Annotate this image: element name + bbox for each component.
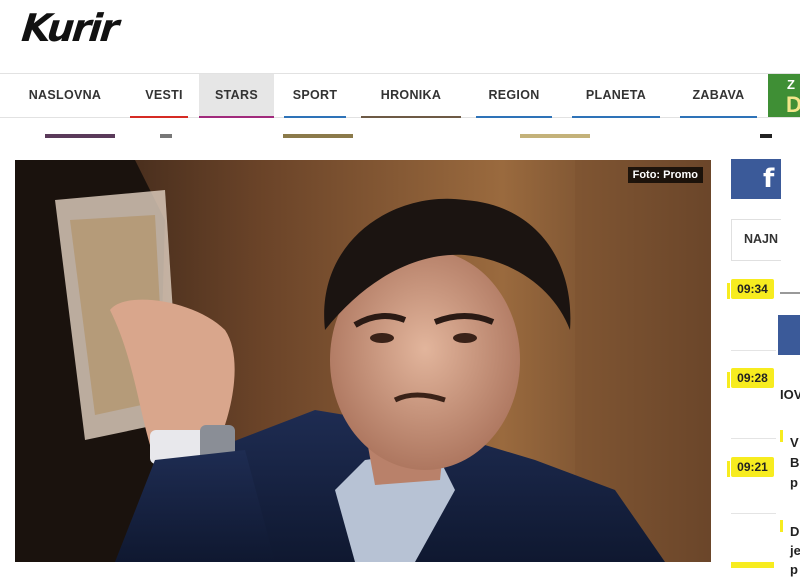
thumbnail-edge[interactable] (283, 134, 353, 138)
nav-underline (476, 116, 552, 118)
accent-marker (727, 372, 730, 388)
thumbnail-edge[interactable] (760, 134, 772, 138)
news-title-fragment[interactable]: D (790, 524, 799, 539)
news-title-fragment[interactable]: p (790, 562, 798, 577)
thumbnail-edge[interactable] (160, 134, 172, 138)
nav-underline (361, 116, 461, 118)
nav-underline (680, 116, 757, 118)
news-title-fragment[interactable]: V (790, 435, 799, 450)
news-title-fragment[interactable]: B (790, 455, 799, 470)
facebook-icon: f (763, 164, 775, 194)
nav-label: STARS (215, 88, 258, 102)
nav-underline (572, 116, 660, 118)
accent-marker (727, 283, 730, 299)
nav-label: NASLOVNA (28, 88, 102, 102)
nav-underline (199, 116, 274, 118)
news-item-divider (780, 292, 800, 294)
news-thumbnail[interactable] (778, 315, 800, 355)
accent-marker (780, 520, 783, 532)
nav-item-planeta[interactable]: PLANETA (562, 74, 670, 118)
nav-label: REGION (488, 88, 540, 102)
sidebar-tab-najnovije[interactable]: NAJN (731, 219, 781, 261)
time-badge: 09:28 (731, 368, 774, 388)
thumbnail-strip (0, 128, 800, 142)
hero-photo (15, 160, 711, 562)
thumbnail-edge[interactable] (520, 134, 590, 138)
news-title-fragment[interactable]: IOV (780, 387, 800, 402)
thumbnail-edge[interactable] (45, 134, 115, 138)
nav-label: HRONIKA (380, 88, 442, 102)
main-nav: NASLOVNA VESTI STARS SPORT HRONIKA REGIO… (0, 73, 800, 118)
promo-text-line2: D (786, 92, 800, 117)
accent-marker (780, 430, 783, 442)
nav-item-zabava[interactable]: ZABAVA (670, 74, 767, 118)
logo-text: Kurir (19, 6, 120, 50)
nav-label: SPORT (292, 88, 338, 102)
nav-item-sport[interactable]: SPORT (274, 74, 356, 118)
promo-text-line1: Z (787, 77, 795, 92)
news-divider (731, 438, 776, 439)
article-hero-image[interactable]: Foto: Promo (15, 160, 711, 562)
photo-credit: Foto: Promo (627, 167, 703, 183)
nav-label: ZABAVA (692, 88, 745, 102)
news-divider (731, 350, 776, 351)
time-badge: 09:21 (731, 457, 774, 477)
nav-underline (130, 116, 188, 118)
time-badge-partial (731, 562, 774, 568)
news-title-fragment[interactable]: je (790, 543, 800, 558)
nav-item-vesti[interactable]: VESTI (130, 74, 198, 118)
nav-item-stars[interactable]: STARS (199, 74, 274, 118)
nav-underline (284, 116, 346, 118)
nav-item-naslovna[interactable]: NASLOVNA (0, 74, 130, 117)
news-divider (731, 513, 776, 514)
facebook-share-button[interactable]: f (731, 159, 781, 199)
news-title-fragment[interactable]: p (790, 475, 798, 490)
time-badge: 09:34 (731, 279, 774, 299)
nav-promo-banner[interactable]: Z D (768, 74, 800, 117)
kurir-logo[interactable]: Kurir (19, 6, 162, 50)
nav-label: VESTI (145, 88, 183, 102)
accent-marker (727, 461, 730, 477)
nav-label: PLANETA (585, 88, 647, 102)
tab-label: NAJN (744, 232, 779, 246)
nav-item-region[interactable]: REGION (466, 74, 562, 118)
nav-item-hronika[interactable]: HRONIKA (356, 74, 466, 118)
